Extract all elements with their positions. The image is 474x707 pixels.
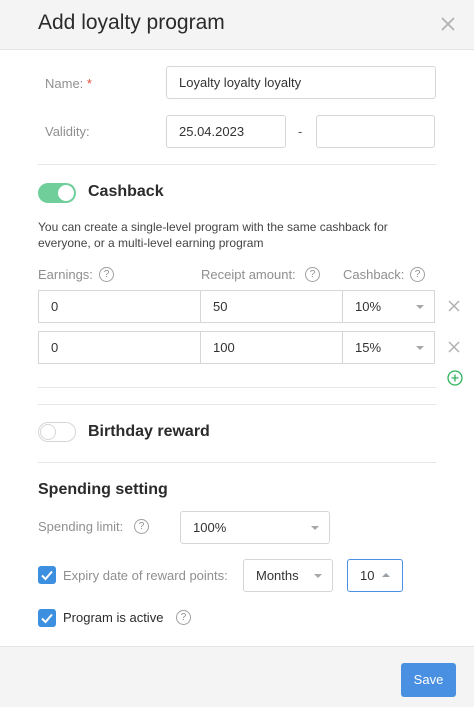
expiry-date-checkbox[interactable] <box>38 566 56 584</box>
cashback-toggle[interactable] <box>38 183 76 203</box>
cashback-select-value: 10% <box>355 299 382 314</box>
caret-down-icon <box>416 346 424 350</box>
spending-limit-value: 100% <box>193 520 227 535</box>
help-icon[interactable]: ? <box>410 267 425 282</box>
validity-from-input[interactable]: 25.04.2023 <box>166 115 286 148</box>
cashback-column-label: Cashback: <box>343 267 405 282</box>
divider <box>38 462 436 463</box>
close-icon[interactable] <box>437 13 459 35</box>
remove-row-icon[interactable] <box>447 340 461 354</box>
help-icon[interactable]: ? <box>99 267 114 282</box>
help-icon[interactable]: ? <box>305 267 320 282</box>
expiry-unit-select[interactable]: Months <box>243 559 333 592</box>
name-label: Name: * <box>45 76 92 91</box>
expiry-unit-value: Months <box>256 568 299 583</box>
birthday-reward-toggle[interactable] <box>38 422 76 442</box>
help-icon[interactable]: ? <box>176 610 191 625</box>
remove-row-icon[interactable] <box>447 299 461 313</box>
check-icon <box>41 570 53 581</box>
program-active-label: Program is active <box>63 610 164 625</box>
dialog-header: Add loyalty program <box>0 0 474 50</box>
required-marker: * <box>86 76 92 91</box>
add-row-icon[interactable] <box>447 370 463 386</box>
expiry-value: 10 <box>360 568 375 583</box>
dialog-title: Add loyalty program <box>38 11 225 34</box>
validity-to-input[interactable] <box>316 115 435 148</box>
name-input[interactable]: Loyalty loyalty loyalty <box>166 66 436 99</box>
cashback-select-value: 15% <box>355 340 382 355</box>
help-icon[interactable]: ? <box>134 519 149 534</box>
validity-separator: - <box>298 124 303 139</box>
cashback-select[interactable]: 10% <box>342 290 435 323</box>
expiry-date-label: Expiry date of reward points: <box>63 568 228 583</box>
divider <box>38 164 436 165</box>
earnings-input[interactable]: 0 <box>38 290 201 323</box>
caret-down-icon <box>311 526 319 530</box>
spending-limit-select[interactable]: 100% <box>180 511 330 544</box>
birthday-reward-title: Birthday reward <box>88 423 210 440</box>
caret-up-icon[interactable] <box>382 573 390 577</box>
spending-limit-label: Spending limit: <box>38 519 124 534</box>
validity-label: Validity: <box>45 124 90 139</box>
cashback-select[interactable]: 15% <box>342 331 435 364</box>
cashback-title: Cashback <box>88 183 164 200</box>
save-button[interactable]: Save <box>401 663 456 697</box>
caret-down-icon <box>314 574 322 578</box>
program-active-checkbox[interactable] <box>38 609 56 627</box>
check-icon <box>41 613 53 624</box>
divider <box>38 387 436 388</box>
spending-setting-title: Spending setting <box>38 481 168 498</box>
receipt-amount-input[interactable]: 50 <box>200 290 343 323</box>
receipt-column-label: Receipt amount: <box>201 267 296 282</box>
earnings-column-label: Earnings: <box>38 267 93 282</box>
receipt-amount-input[interactable]: 100 <box>200 331 343 364</box>
earnings-input[interactable]: 0 <box>38 331 201 364</box>
expiry-value-stepper[interactable]: 10 <box>347 559 403 592</box>
cashback-description: You can create a single-level program wi… <box>38 220 388 250</box>
caret-down-icon <box>416 305 424 309</box>
divider <box>38 404 436 405</box>
